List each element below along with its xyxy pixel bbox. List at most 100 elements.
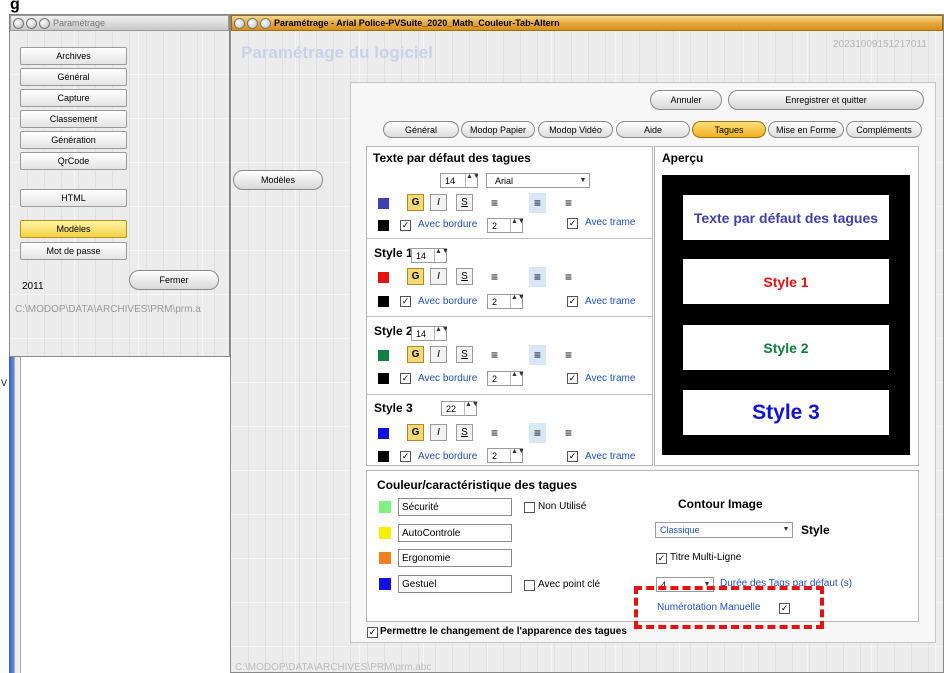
style2-bordure-spinner[interactable]: 2 ▲▼ — [487, 371, 525, 386]
minimize-icon[interactable] — [247, 17, 258, 29]
default-border-swatch[interactable] — [378, 220, 389, 231]
modeles-button[interactable]: Modèles — [233, 170, 323, 190]
tab-modop-papier[interactable]: Modop Papier — [461, 121, 535, 138]
left-window-titlebar[interactable]: Paramétrage — [10, 15, 229, 31]
style3-bordure-spinner[interactable]: 2 ▲▼ — [487, 448, 525, 463]
style1-color-swatch[interactable] — [378, 272, 389, 283]
style3-trame-checkbox[interactable]: ✓ — [567, 451, 578, 462]
ergonomie-swatch[interactable] — [379, 552, 391, 564]
style-select[interactable]: Classique ▼ — [655, 522, 793, 538]
fermer-button[interactable]: Fermer — [129, 270, 219, 290]
style1-trame-checkbox[interactable]: ✓ — [567, 296, 578, 307]
main-window-titlebar[interactable]: Paramétrage - Arial Police-PVSuite_2020_… — [231, 15, 943, 31]
nav-archives[interactable]: Archives — [20, 47, 127, 65]
default-color-swatch[interactable] — [378, 198, 389, 209]
autocontrole-swatch[interactable] — [379, 527, 391, 539]
italic-button[interactable]: I — [430, 424, 447, 441]
zoom-icon[interactable] — [39, 17, 50, 29]
minimize-icon[interactable] — [26, 17, 37, 29]
chevron-down-icon[interactable]: ▼ — [577, 174, 589, 187]
nav-capture[interactable]: Capture — [20, 89, 127, 107]
bold-button[interactable]: G — [407, 268, 424, 285]
non-utilise-checkbox[interactable] — [524, 502, 535, 513]
avec-point-cle-checkbox[interactable] — [524, 580, 535, 591]
nav-html[interactable]: HTML — [20, 189, 127, 207]
align-center-button[interactable]: ≡ — [529, 193, 546, 213]
style1-border-swatch[interactable] — [378, 296, 389, 307]
securite-swatch[interactable] — [379, 501, 391, 513]
spin-icon[interactable]: ▲▼ — [434, 248, 449, 262]
align-center-button[interactable]: ≡ — [529, 267, 546, 287]
bold-button[interactable]: G — [407, 194, 424, 211]
nav-qrcode[interactable]: QrCode — [20, 152, 127, 170]
nav-generation[interactable]: Génération — [20, 131, 127, 149]
gestuel-swatch[interactable] — [379, 578, 391, 590]
align-right-button[interactable]: ≡ — [560, 345, 577, 365]
align-left-button[interactable]: ≡ — [486, 267, 503, 287]
style1-bordure-checkbox[interactable]: ✓ — [400, 296, 411, 307]
style1-bordure-spinner[interactable]: 2 ▲▼ — [487, 294, 525, 309]
tab-modop-video[interactable]: Modop Vidéo — [538, 121, 613, 138]
italic-button[interactable]: I — [430, 346, 447, 363]
default-bordure-spinner[interactable]: 2 ▲▼ — [487, 218, 525, 233]
align-left-button[interactable]: ≡ — [486, 423, 503, 443]
close-icon[interactable] — [234, 17, 245, 29]
align-center-button[interactable]: ≡ — [529, 423, 546, 443]
style3-color-swatch[interactable] — [378, 428, 389, 439]
italic-button[interactable]: I — [430, 268, 447, 285]
style2-trame-checkbox[interactable]: ✓ — [567, 373, 578, 384]
close-icon[interactable] — [13, 17, 24, 29]
gestuel-field[interactable]: Gestuel — [398, 575, 512, 593]
style2-border-swatch[interactable] — [378, 373, 389, 384]
spin-icon[interactable]: ▲▼ — [464, 401, 479, 415]
tab-complements[interactable]: Compléments — [846, 121, 922, 138]
style3-border-swatch[interactable] — [378, 451, 389, 462]
style3-size-spinner[interactable]: 22 ▲▼ — [441, 401, 479, 416]
tab-tagues[interactable]: Tagues — [692, 121, 766, 138]
align-left-button[interactable]: ≡ — [486, 193, 503, 213]
nav-modeles[interactable]: Modèles — [20, 220, 127, 238]
style2-color-swatch[interactable] — [378, 350, 389, 361]
tab-general[interactable]: Général — [383, 121, 459, 138]
securite-field[interactable]: Sécurité — [398, 498, 512, 516]
style2-size-spinner[interactable]: 14 ▲▼ — [411, 326, 449, 341]
bold-button[interactable]: G — [407, 346, 424, 363]
nav-mot-de-passe[interactable]: Mot de passe — [20, 242, 127, 260]
permettre-checkbox[interactable]: ✓ — [367, 627, 378, 638]
nav-classement[interactable]: Classement — [20, 110, 127, 128]
enregistrer-button[interactable]: Enregistrer et quitter — [728, 90, 924, 110]
spin-icon[interactable]: ▲▼ — [510, 448, 525, 462]
style2-bordure-checkbox[interactable]: ✓ — [400, 373, 411, 384]
underline-button[interactable]: S — [456, 424, 473, 441]
style3-bordure-checkbox[interactable]: ✓ — [400, 451, 411, 462]
align-left-button[interactable]: ≡ — [486, 345, 503, 365]
align-right-button[interactable]: ≡ — [560, 193, 577, 213]
autocontrole-field[interactable]: AutoControle — [398, 524, 512, 542]
spin-icon[interactable]: ▲▼ — [434, 326, 449, 340]
nav-general[interactable]: Général — [20, 68, 127, 86]
underline-button[interactable]: S — [456, 194, 473, 211]
italic-button[interactable]: I — [430, 194, 447, 211]
chevron-down-icon[interactable]: ▼ — [780, 523, 792, 536]
ergonomie-field[interactable]: Ergonomie — [398, 549, 512, 567]
style1-size-spinner[interactable]: 14 ▲▼ — [411, 248, 449, 263]
default-size-spinner[interactable]: 14 ▲▼ — [440, 173, 480, 188]
default-bordure-checkbox[interactable]: ✓ — [400, 220, 411, 231]
titre-multiligne-checkbox[interactable]: ✓ — [656, 553, 667, 564]
align-center-button[interactable]: ≡ — [529, 345, 546, 365]
spin-icon[interactable]: ▲▼ — [510, 218, 525, 232]
font-select[interactable]: Arial ▼ — [486, 173, 590, 188]
tab-mise-en-forme[interactable]: Mise en Forme — [768, 121, 844, 138]
underline-button[interactable]: S — [456, 268, 473, 285]
align-right-button[interactable]: ≡ — [560, 423, 577, 443]
annuler-button[interactable]: Annuler — [650, 90, 722, 110]
zoom-icon[interactable] — [260, 17, 271, 29]
spin-icon[interactable]: ▲▼ — [465, 173, 480, 187]
bold-button[interactable]: G — [407, 424, 424, 441]
default-trame-checkbox[interactable]: ✓ — [567, 218, 578, 229]
tab-aide[interactable]: Aide — [616, 121, 690, 138]
underline-button[interactable]: S — [456, 346, 473, 363]
spin-icon[interactable]: ▲▼ — [510, 371, 525, 385]
spin-icon[interactable]: ▲▼ — [510, 294, 525, 308]
align-right-button[interactable]: ≡ — [560, 267, 577, 287]
